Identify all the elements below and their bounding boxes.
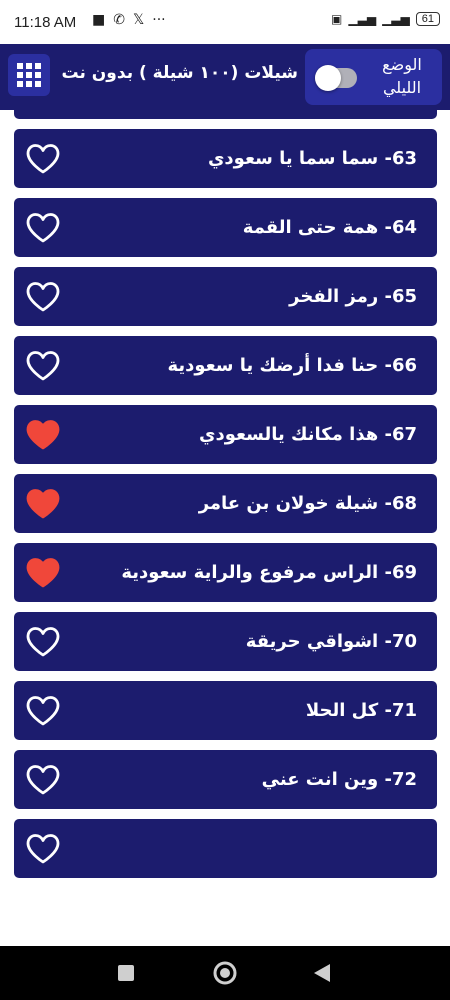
song-item[interactable]: 62- اسمع اسمع اركد اركد	[14, 110, 437, 119]
song-item[interactable]: 69- الراس مرفوع والراية سعودية	[14, 543, 437, 602]
heart-outline-icon[interactable]	[26, 143, 60, 174]
back-button[interactable]	[313, 963, 331, 983]
song-item[interactable]: 63- سما سما يا سعودي	[14, 129, 437, 188]
heart-filled-icon[interactable]	[26, 488, 60, 519]
app-bar: شيلات (١٠٠ شيلة ) بدون نت الوضع الليلي	[0, 44, 450, 110]
heart-outline-icon[interactable]	[26, 764, 60, 795]
song-title: 65- رمز الفخر	[289, 286, 417, 307]
song-item[interactable]: 66- حنا فدا أرضك يا سعودية	[14, 336, 437, 395]
song-title: 62- اسمع اسمع اركد اركد	[188, 110, 417, 119]
heart-filled-icon[interactable]	[26, 419, 60, 450]
status-left-icons: ■ ✆ 𝕏 ···	[92, 12, 166, 28]
status-bar: 11:18 AM ■ ✆ 𝕏 ··· ▣ ▁▃▅ ▁▃▅ 61	[0, 0, 450, 44]
navigation-bar	[0, 946, 450, 1000]
page-title: شيلات (١٠٠ شيلة ) بدون نت	[61, 63, 299, 83]
toggle-switch[interactable]	[315, 65, 357, 91]
song-title: 69- الراس مرفوع والراية سعودية	[121, 562, 417, 583]
signal-icon: ▁▃▅	[382, 12, 410, 26]
song-title: 67- هذا مكانك يالسعودي	[198, 424, 417, 445]
song-list: 62- اسمع اسمع اركد اركد 63- سما سما يا سع…	[0, 110, 450, 880]
volte-icon: ▣	[331, 12, 343, 26]
song-item[interactable]: 65- رمز الفخر	[14, 267, 437, 326]
heart-outline-icon[interactable]	[26, 212, 60, 243]
song-item[interactable]: 67- هذا مكانك يالسعودي	[14, 405, 437, 464]
heart-outline-icon[interactable]	[26, 626, 60, 657]
grid-icon	[17, 63, 41, 87]
night-mode-label-line2: الليلي	[382, 78, 422, 97]
song-item[interactable]: 68- شيلة خولان بن عامر	[14, 474, 437, 533]
home-button[interactable]	[213, 961, 237, 985]
toggle-knob	[315, 65, 341, 91]
battery-indicator: 61	[415, 12, 440, 26]
song-title: 66- حنا فدا أرضك يا سعودية	[167, 355, 417, 376]
grid-menu-button[interactable]	[8, 54, 50, 96]
song-list-viewport[interactable]: 62- اسمع اسمع اركد اركد 63- سما سما يا سع…	[0, 110, 450, 880]
x-logo-icon: 𝕏	[132, 12, 145, 28]
signal-icon: ▁▃▅	[348, 12, 377, 26]
night-mode-label-line1: الوضع	[382, 55, 422, 74]
song-title: 64- همة حتى القمة	[242, 217, 417, 238]
song-item[interactable]: 71- كل الحلا	[14, 681, 437, 740]
song-title: 63- سما سما يا سعودي	[207, 148, 417, 169]
recents-button[interactable]	[117, 964, 135, 982]
night-mode-toggle[interactable]: الوضع الليلي	[305, 49, 442, 105]
song-item[interactable]	[14, 819, 437, 878]
heart-outline-icon[interactable]	[26, 695, 60, 726]
heart-outline-icon[interactable]	[26, 281, 60, 312]
song-title: 71- كل الحلا	[305, 700, 417, 721]
heart-filled-icon[interactable]	[26, 557, 60, 588]
song-title: 70- اشواقي حريقة	[245, 631, 417, 652]
song-title: 68- شيلة خولان بن عامر	[198, 493, 417, 514]
wifi-call-icon: ✆	[113, 12, 125, 28]
night-mode-label: الوضع الليلي	[372, 53, 432, 99]
song-item[interactable]: 64- همة حتى القمة	[14, 198, 437, 257]
song-title: 72- وين انت عني	[261, 769, 417, 790]
status-time: 11:18 AM	[14, 14, 77, 31]
song-item[interactable]: 72- وين انت عني	[14, 750, 437, 809]
more-icon: ···	[152, 12, 166, 28]
heart-outline-icon[interactable]	[26, 833, 60, 864]
song-item[interactable]: 70- اشواقي حريقة	[14, 612, 437, 671]
stop-icon: ■	[92, 12, 106, 28]
status-right-icons: ▣ ▁▃▅ ▁▃▅ 61	[331, 12, 440, 26]
heart-outline-icon[interactable]	[26, 350, 60, 381]
